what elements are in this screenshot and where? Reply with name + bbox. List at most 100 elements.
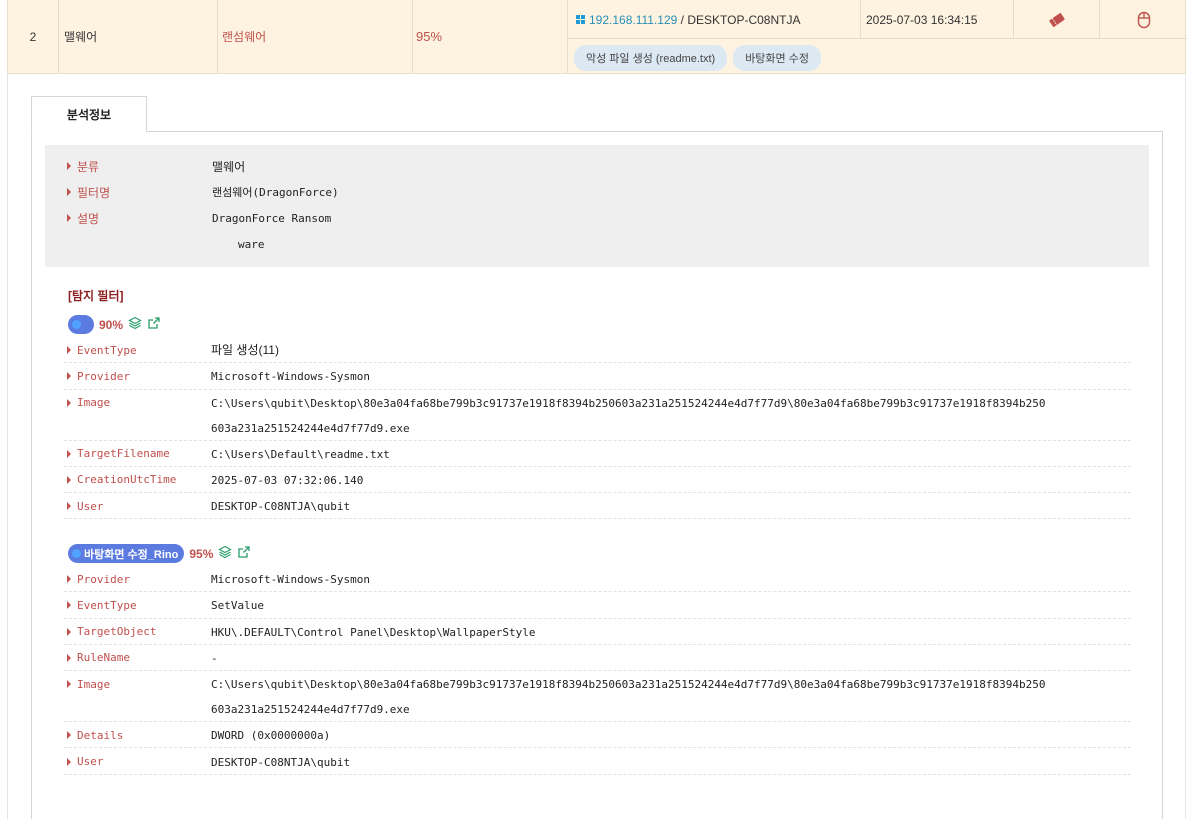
- field-value: C:\Users\qubit\Desktop\80e3a04fa68be799b…: [211, 396, 1046, 435]
- field-row: TargetFilename C:\Users\Default\readme.tx…: [64, 441, 1131, 467]
- field-value: 파일 생성(11): [211, 343, 279, 357]
- caret-right-icon: [67, 162, 71, 170]
- row-number: 2: [8, 0, 59, 73]
- host-info: 192.168.111.129 / DESKTOP-C08NTJA: [568, 0, 861, 39]
- summary-row-continued: ware: [238, 231, 265, 257]
- field-row: Provider Microsoft-Windows-Sysmon: [64, 363, 1131, 390]
- field-row: Image C:\Users\qubit\Desktop\80e3a04fa68b…: [64, 390, 1131, 441]
- filter-pill[interactable]: 바탕화면 수정_Rino: [68, 544, 185, 563]
- dot-icon: [72, 549, 81, 558]
- timestamp: 2025-07-03 16:34:15: [861, 0, 1014, 39]
- caret-right-icon: [67, 757, 71, 766]
- host-line: 192.168.111.129 / DESKTOP-C08NTJA 2025-0…: [568, 0, 1187, 39]
- field-key: User: [64, 749, 211, 775]
- layers-icon[interactable]: [218, 545, 233, 562]
- field-row: RuleName -: [64, 645, 1131, 672]
- field-value: DESKTOP-C08NTJA\qubit: [211, 755, 351, 769]
- tag[interactable]: 바탕화면 수정: [733, 45, 821, 71]
- field-row: CreationUtcTime 2025-07-03 07:32:06.140: [64, 467, 1131, 494]
- summary-label: 필터명: [67, 184, 212, 201]
- summary-row: 분류 맬웨어: [67, 153, 245, 179]
- caret-right-icon: [67, 680, 71, 689]
- ticket-button[interactable]: [1014, 0, 1100, 39]
- mouse-button[interactable]: [1100, 0, 1187, 39]
- ticket-icon: [1048, 12, 1066, 28]
- tag-list: 악성 파일 생성 (readme.txt) 바탕화면 수정: [574, 45, 821, 71]
- field-value: SetValue: [211, 599, 264, 613]
- summary-row: 필터명 랜섬웨어(DragonForce): [67, 179, 339, 205]
- field-key: EventType: [64, 592, 211, 618]
- external-link-icon[interactable]: [237, 545, 251, 562]
- caret-right-icon: [67, 346, 71, 354]
- filter-header: 90%: [68, 315, 161, 334]
- ip-link[interactable]: 192.168.111.129: [589, 13, 677, 27]
- summary-box: 분류 맬웨어 필터명 랜섬웨어(DragonForce) 설명 DragonFo…: [45, 145, 1149, 267]
- field-value: -: [211, 651, 218, 665]
- dot-icon: [72, 320, 81, 329]
- field-row: Provider Microsoft-Windows-Sysmon: [64, 566, 1131, 593]
- caret-right-icon: [67, 627, 71, 636]
- filter-percent: 95%: [189, 546, 214, 561]
- field-row: Details DWORD (0x0000000a): [64, 722, 1131, 749]
- windows-icon: [576, 15, 585, 24]
- summary-value: 랜섬웨어(DragonForce): [212, 186, 339, 199]
- caret-right-icon: [67, 214, 71, 222]
- row-score: 95%: [413, 0, 568, 73]
- caret-right-icon: [67, 372, 71, 381]
- field-key: Provider: [64, 363, 211, 389]
- field-value: Microsoft-Windows-Sysmon: [211, 370, 370, 384]
- caret-right-icon: [67, 653, 71, 662]
- field-key: RuleName: [64, 645, 211, 671]
- field-key: Provider: [64, 566, 211, 592]
- field-key: Image: [64, 671, 211, 697]
- field-row: TargetObject HKU\.DEFAULT\Control Panel\D…: [64, 619, 1131, 645]
- host-separator: /: [677, 12, 688, 27]
- event-row[interactable]: 2 맬웨어 랜섬웨어 95% 192.168.111.129 / DESKTOP…: [7, 0, 1187, 74]
- caret-right-icon: [67, 731, 71, 740]
- tag[interactable]: 악성 파일 생성 (readme.txt): [574, 45, 728, 71]
- field-key: TargetFilename: [64, 441, 211, 467]
- summary-label: 설명: [67, 210, 212, 227]
- summary-value: DragonForce Ransom: [212, 211, 332, 225]
- row-host-cell: 192.168.111.129 / DESKTOP-C08NTJA 2025-0…: [568, 0, 1187, 73]
- field-key: TargetObject: [64, 619, 211, 645]
- filter-pill[interactable]: [68, 315, 94, 334]
- caret-right-icon: [67, 475, 71, 484]
- hostname: DESKTOP-C08NTJA: [687, 12, 801, 27]
- field-row: User DESKTOP-C08NTJA\qubit: [64, 493, 1131, 520]
- field-row: EventType SetValue: [64, 592, 1131, 619]
- filter-header: 바탕화면 수정_Rino 95%: [68, 544, 251, 563]
- field-row: EventType 파일 생성(11): [64, 337, 1131, 364]
- field-value: Microsoft-Windows-Sysmon: [211, 573, 370, 586]
- row-filter: 랜섬웨어: [218, 0, 413, 73]
- field-value: C:\Users\Default\readme.txt: [211, 447, 390, 461]
- field-row: User DESKTOP-C08NTJA\qubit: [64, 749, 1131, 775]
- field-value: DESKTOP-C08NTJA\qubit: [211, 500, 351, 514]
- field-value: C:\Users\qubit\Desktop\80e3a04fa68be799b…: [211, 678, 1046, 717]
- caret-right-icon: [67, 502, 71, 511]
- summary-value: ware: [238, 237, 265, 251]
- mouse-icon: [1137, 11, 1151, 29]
- field-value: HKU\.DEFAULT\Control Panel\Desktop\Wallp…: [211, 625, 536, 639]
- field-value: 2025-07-03 07:32:06.140: [211, 473, 364, 487]
- field-key: Details: [64, 722, 211, 748]
- row-category: 맬웨어: [59, 0, 218, 73]
- field-row: Image C:\Users\qubit\Desktop\80e3a04fa68b…: [64, 671, 1131, 723]
- caret-right-icon: [67, 449, 71, 458]
- caret-right-icon: [67, 575, 71, 583]
- summary-label: 분류: [67, 158, 212, 175]
- layers-icon[interactable]: [128, 316, 142, 333]
- caret-right-icon: [67, 601, 71, 610]
- field-key: Image: [64, 390, 211, 416]
- summary-value: 맬웨어: [212, 159, 246, 174]
- field-key: User: [64, 493, 211, 519]
- field-value: DWORD (0x0000000a): [211, 729, 331, 743]
- external-link-icon[interactable]: [147, 316, 161, 333]
- tab-analysis-info[interactable]: 분석정보: [31, 96, 147, 132]
- caret-right-icon: [67, 188, 71, 196]
- field-key: EventType: [64, 337, 211, 363]
- caret-right-icon: [67, 398, 71, 407]
- summary-row: 설명 DragonForce Ransom: [67, 205, 331, 231]
- filter-percent: 90%: [99, 317, 124, 332]
- field-key: CreationUtcTime: [64, 467, 211, 493]
